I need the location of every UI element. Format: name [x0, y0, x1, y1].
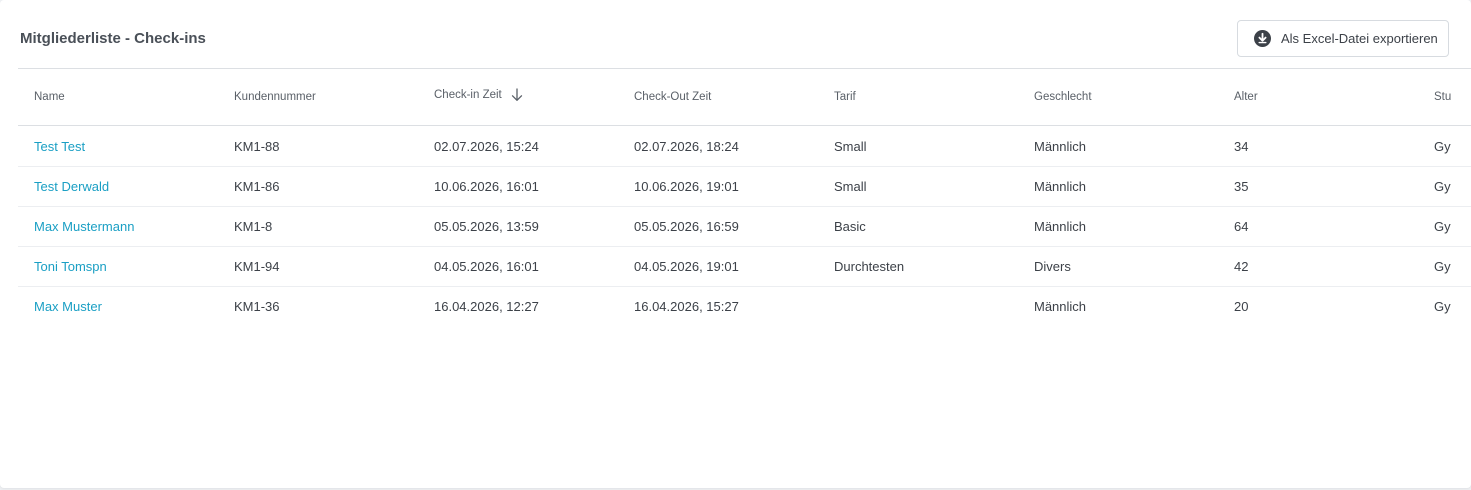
- table-row[interactable]: Test Test KM1-88 02.07.2026, 15:24 02.07.20…: [18, 126, 1471, 167]
- cell-alter: 20: [1234, 299, 1249, 314]
- cell-alter: 42: [1234, 259, 1249, 274]
- cell-name[interactable]: Max Mustermann: [34, 219, 134, 234]
- column-header-checkout[interactable]: Check-Out Zeit: [634, 91, 711, 103]
- cell-checkin: 04.05.2026, 16:01: [434, 259, 539, 274]
- cell-name[interactable]: Toni Tomspn: [34, 259, 107, 274]
- table-row[interactable]: Toni Tomspn KM1-94 04.05.2026, 16:01 04.05.…: [18, 246, 1471, 287]
- cell-name[interactable]: Test Derwald: [34, 179, 109, 194]
- cell-checkout: 02.07.2026, 18:24: [634, 139, 739, 154]
- cell-checkout: 05.05.2026, 16:59: [634, 219, 739, 234]
- cell-geschlecht: Männlich: [1034, 299, 1087, 314]
- checkins-panel: Mitgliederliste - Check-ins Als Excel-Da…: [0, 0, 1471, 488]
- download-circle-icon: [1254, 30, 1271, 47]
- arrow-down-icon[interactable]: [511, 88, 523, 102]
- cell-checkout: 04.05.2026, 19:01: [634, 259, 739, 274]
- column-header-kundennummer[interactable]: Kundennummer: [234, 91, 316, 103]
- cell-studio: Gy: [1434, 219, 1451, 234]
- column-header-checkin[interactable]: Check-in Zeit: [434, 88, 523, 102]
- export-excel-button[interactable]: Als Excel-Datei exportieren: [1237, 20, 1449, 57]
- column-header-name-label: Name: [34, 91, 65, 103]
- column-header-kundennummer-label: Kundennummer: [234, 91, 316, 103]
- cell-geschlecht: Männlich: [1034, 179, 1087, 194]
- export-button-label: Als Excel-Datei exportieren: [1281, 31, 1438, 46]
- cell-checkin: 16.04.2026, 12:27: [434, 299, 539, 314]
- column-header-checkout-label: Check-Out Zeit: [634, 91, 712, 103]
- checkins-table: Name Kundennummer Check-in Zeit Check-Ou…: [18, 69, 1471, 329]
- panel-title: Mitgliederliste - Check-ins: [20, 30, 206, 47]
- column-header-studio-label: Stu: [1434, 91, 1452, 103]
- cell-checkout: 16.04.2026, 15:27: [634, 299, 739, 314]
- cell-alter: 34: [1234, 139, 1249, 154]
- cell-studio: Gy: [1434, 139, 1451, 154]
- table-row[interactable]: Max Muster KM1-36 16.04.2026, 12:27 16.04.2…: [18, 286, 1471, 326]
- column-header-tarif[interactable]: Tarif: [834, 91, 856, 103]
- cell-studio: Gy: [1434, 299, 1451, 314]
- cell-kundennummer: KM1-8: [234, 219, 273, 234]
- table-row[interactable]: Max Mustermann KM1-8 05.05.2026, 13:59 05.0…: [18, 206, 1471, 247]
- column-header-alter[interactable]: Alter: [1234, 91, 1258, 103]
- cell-checkin: 05.05.2026, 13:59: [434, 219, 539, 234]
- cell-studio: Gy: [1434, 259, 1451, 274]
- cell-checkout: 10.06.2026, 19:01: [634, 179, 739, 194]
- cell-kundennummer: KM1-36: [234, 299, 280, 314]
- cell-kundennummer: KM1-88: [234, 139, 280, 154]
- cell-kundennummer: KM1-94: [234, 259, 280, 274]
- column-header-geschlecht[interactable]: Geschlecht: [1034, 91, 1092, 103]
- cell-geschlecht: Divers: [1034, 259, 1071, 274]
- cell-tarif: Durchtesten: [834, 259, 905, 274]
- cell-checkin: 10.06.2026, 16:01: [434, 179, 539, 194]
- column-header-checkin-label: Check-in Zeit: [434, 89, 502, 101]
- table-row[interactable]: Test Derwald KM1-86 10.06.2026, 16:01 10.06…: [18, 166, 1471, 207]
- column-header-tarif-label: Tarif: [834, 91, 856, 103]
- cell-alter: 35: [1234, 179, 1249, 194]
- cell-name[interactable]: Test Test: [34, 139, 85, 154]
- cell-checkin: 02.07.2026, 15:24: [434, 139, 539, 154]
- cell-kundennummer: KM1-86: [234, 179, 280, 194]
- cell-tarif: Basic: [834, 219, 866, 234]
- column-header-studio[interactable]: Stu: [1434, 91, 1451, 103]
- table-header: Name Kundennummer Check-in Zeit Check-Ou…: [18, 69, 1471, 126]
- column-header-geschlecht-label: Geschlecht: [1034, 91, 1092, 103]
- cell-geschlecht: Männlich: [1034, 139, 1087, 154]
- cell-name[interactable]: Max Muster: [34, 299, 102, 314]
- column-header-alter-label: Alter: [1234, 91, 1258, 103]
- cell-tarif: Small: [834, 179, 867, 194]
- cell-alter: 64: [1234, 219, 1249, 234]
- cell-tarif: Small: [834, 139, 867, 154]
- column-header-name[interactable]: Name: [34, 91, 65, 103]
- cell-geschlecht: Männlich: [1034, 219, 1087, 234]
- cell-studio: Gy: [1434, 179, 1451, 194]
